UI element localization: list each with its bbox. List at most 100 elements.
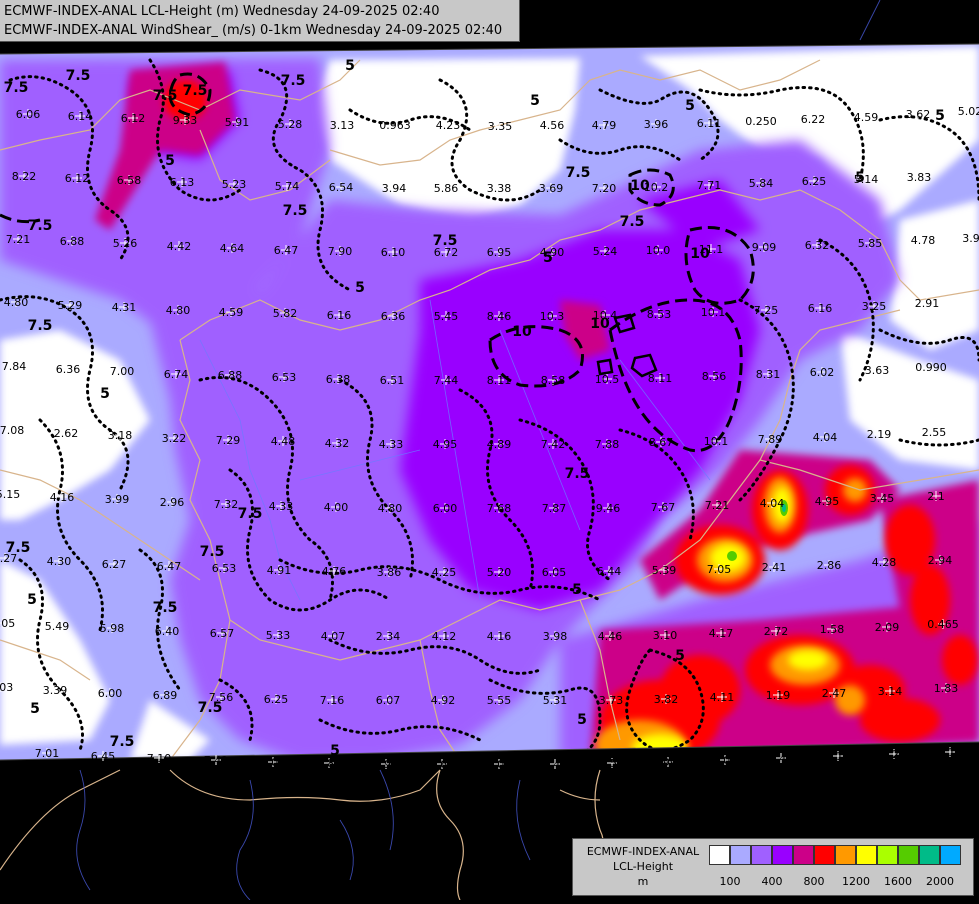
station-value-label: 4.16 — [50, 491, 75, 504]
station-value: 6.05 — [542, 566, 567, 579]
station-value: 4.23 — [436, 119, 461, 132]
station-value-label: 3.86 — [377, 566, 402, 579]
station-value-label: 6.38 — [326, 373, 351, 386]
station-value: 5.86 — [434, 182, 459, 195]
station-value-label: 7.32 — [214, 498, 239, 511]
station-value: 4.78 — [911, 234, 936, 247]
station-value: 7.10 — [147, 752, 172, 765]
legend-tick-label: 2000 — [926, 875, 954, 888]
legend-swatch — [751, 845, 772, 865]
legend-title-line1: ECMWF-INDEX-ANAL — [586, 845, 700, 858]
station-value: 8.11 — [487, 374, 512, 387]
legend-swatch — [730, 845, 751, 865]
station-value-label: 6.57 — [210, 627, 235, 640]
station-value: 6.54 — [329, 181, 354, 194]
station-value-label: 6.36 — [381, 310, 406, 323]
station-value: 3.22 — [162, 432, 187, 445]
legend-swatch — [877, 845, 898, 865]
station-value-label: 2.1 — [927, 490, 945, 503]
station-value-label: 6.74 — [164, 368, 189, 381]
station-value-label: 2.34 — [376, 630, 401, 643]
map-title-box: ECMWF-INDEX-ANAL LCL-Height (m) Wednesda… — [0, 0, 520, 42]
station-value-label: 4.05 — [0, 617, 15, 630]
station-value: 4.07 — [321, 630, 346, 643]
station-value: 4.64 — [220, 242, 245, 255]
station-value-label: 4.25 — [432, 566, 457, 579]
station-value: 5.39 — [652, 564, 677, 577]
station-value-label: 6.25 — [264, 693, 289, 706]
station-value-label: 4.42 — [167, 240, 192, 253]
station-value-label: 6.89 — [153, 689, 178, 702]
station-value: 7.90 — [328, 245, 353, 258]
station-value: 7.42 — [541, 438, 566, 451]
station-value-label: 4.30 — [47, 555, 72, 568]
station-value-label: 3.03 — [0, 681, 13, 694]
station-value-label: 2.72 — [764, 625, 789, 638]
station-value-label: 3.82 — [654, 693, 679, 706]
station-value-label: 5.24 — [593, 245, 618, 258]
station-value-label: 4.76 — [322, 565, 347, 578]
station-value: 6.25 — [802, 175, 827, 188]
station-value: 5.15 — [0, 488, 20, 501]
station-value-label: 4.11 — [710, 691, 735, 704]
station-value-label: 3.99 — [105, 493, 130, 506]
station-value: 3.35 — [488, 120, 513, 133]
station-value-label: 7.89 — [758, 433, 783, 446]
station-value: 6.38 — [326, 373, 351, 386]
station-value: 2.62 — [54, 427, 79, 440]
station-value-label: 4.17 — [709, 627, 734, 640]
station-value-label: 7.06 — [261, 756, 286, 769]
station-value-label: 6.54 — [329, 181, 354, 194]
station-value: 3.38 — [487, 182, 512, 195]
contour-label: 7.5 — [566, 165, 591, 181]
station-value-label: 7.71 — [697, 179, 722, 192]
station-value: 2.19 — [867, 428, 892, 441]
station-value: 6.45 — [91, 750, 116, 763]
station-value: 3.96 — [644, 118, 669, 131]
contour-label: 7.5 — [238, 506, 263, 522]
station-value: 4.04 — [813, 431, 838, 444]
legend-swatch — [709, 845, 730, 865]
legend-tick-label: 100 — [719, 875, 741, 888]
station-value: 5.23 — [222, 178, 247, 191]
station-value: 2.91 — [915, 297, 940, 310]
station-value: 4.31 — [112, 301, 137, 314]
map-canvas: 6.06 6.14 6.12 9.33 5.91 5.28 3.13 0.963 4.23 3.3… — [0, 0, 979, 901]
station-value: 6.16 — [808, 302, 833, 315]
station-value-label: 5.98 — [100, 622, 125, 635]
station-value: 8.22 — [12, 170, 37, 183]
contour-label: 5 — [100, 386, 110, 402]
station-value: 3.94 — [382, 182, 407, 195]
contour-label: 7.5 — [200, 544, 225, 560]
station-value-label: 8.67 — [649, 436, 674, 449]
station-value-label: 3.98 — [543, 630, 568, 643]
station-value-label: 4.80 — [4, 296, 29, 309]
station-value-label: 7.00 — [110, 365, 135, 378]
station-value: 8.67 — [649, 436, 674, 449]
station-value-label: 7.16 — [320, 694, 345, 707]
station-value-label: 1.58 — [820, 623, 845, 636]
station-value: 10.1 — [701, 306, 726, 319]
station-value-label: 3.14 — [878, 685, 903, 698]
station-value: 2.41 — [762, 561, 787, 574]
station-value-label: 9.09 — [752, 241, 777, 254]
contour-label: 7.5 — [6, 540, 31, 556]
station-value-label: 5.33 — [266, 629, 291, 642]
station-value-label: 4.28 — [872, 556, 897, 569]
station-value: 4.30 — [47, 555, 72, 568]
station-value-label: 0.465 — [927, 618, 959, 631]
station-value-label: 6.05 — [542, 566, 567, 579]
station-value: 3.12 — [826, 750, 851, 763]
station-value: 6.06 — [16, 108, 41, 121]
station-value: 7.01 — [35, 747, 60, 760]
station-value: 4.05 — [0, 617, 15, 630]
station-value-label: 3.73 — [599, 694, 624, 707]
contour-label: 5 — [30, 701, 40, 717]
station-value: 8.56 — [702, 370, 727, 383]
station-value: 5.82 — [273, 307, 298, 320]
station-value-label: 5.26 — [113, 237, 138, 250]
station-value: 4.28 — [872, 556, 897, 569]
contour-label: 7.5 — [28, 318, 53, 334]
station-value-label: 10.3 — [540, 310, 565, 323]
station-value: 6.74 — [164, 368, 189, 381]
